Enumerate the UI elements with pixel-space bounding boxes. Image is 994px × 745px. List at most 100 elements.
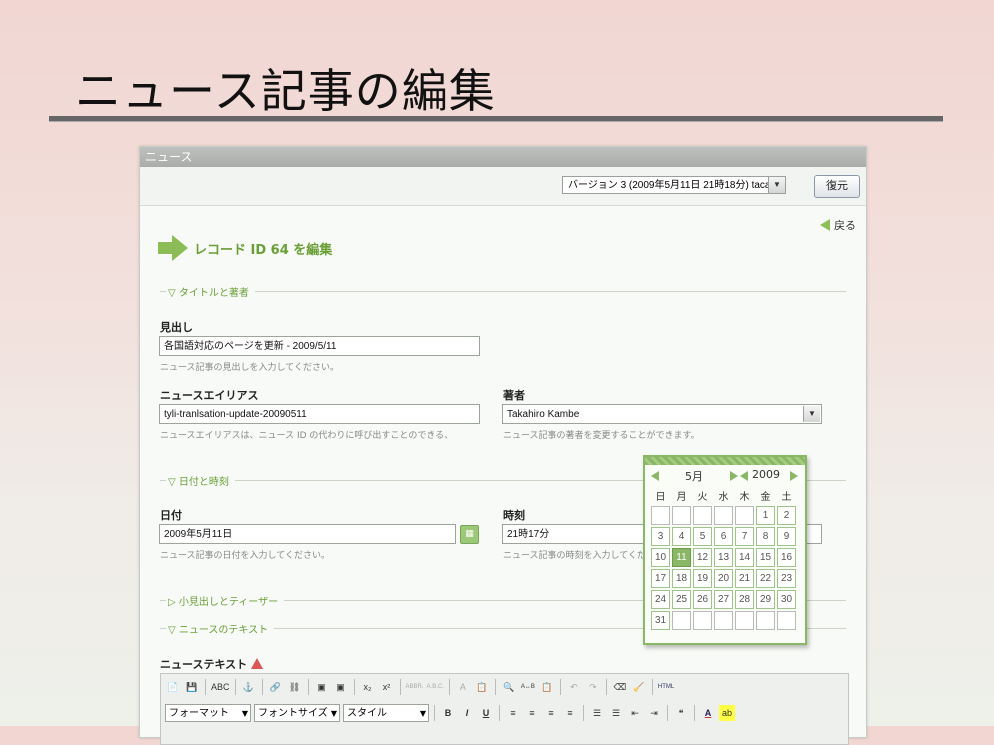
anchor-icon[interactable]: ⚓ bbox=[241, 679, 257, 695]
restore-button[interactable]: 復元 bbox=[814, 175, 860, 198]
spellcheck-icon[interactable]: ABC bbox=[211, 679, 230, 695]
eraser-icon[interactable]: ⌫ bbox=[612, 679, 628, 695]
calendar-weekdays: 日月火水木金土 bbox=[650, 488, 797, 503]
redo-icon[interactable]: ↷ bbox=[585, 679, 601, 695]
link-icon[interactable]: 🔗 bbox=[268, 679, 284, 695]
text-color-icon[interactable]: A bbox=[700, 705, 716, 721]
save-icon[interactable]: 💾 bbox=[184, 679, 200, 695]
prev-year-icon[interactable] bbox=[740, 471, 748, 481]
paste-word-icon[interactable]: 📋 bbox=[539, 679, 555, 695]
font-size-dropdown[interactable]: フォントサイズ ▼ bbox=[254, 704, 340, 722]
news-edit-window: ニュース バージョン 3 (2009年5月11日 21時18分) taca ▼ … bbox=[139, 146, 867, 745]
acronym-icon[interactable]: A.B.C. bbox=[427, 679, 444, 695]
replace-icon[interactable]: A↔B bbox=[520, 679, 536, 695]
bullet-list-icon[interactable]: ☰ bbox=[589, 705, 605, 721]
next-month-icon[interactable] bbox=[730, 471, 738, 481]
chevron-down-icon: ▼ bbox=[768, 177, 785, 193]
next-year-icon[interactable] bbox=[790, 471, 798, 481]
calendar-day[interactable]: 31 bbox=[651, 611, 670, 630]
calendar-day[interactable]: 27 bbox=[714, 590, 733, 609]
headline-input[interactable]: 各国語対応のページを更新 - 2009/5/11 bbox=[159, 336, 480, 356]
calendar-day[interactable]: 24 bbox=[651, 590, 670, 609]
calendar-day[interactable]: 22 bbox=[756, 569, 775, 588]
italic-icon[interactable]: I bbox=[459, 705, 475, 721]
calendar-day[interactable]: 7 bbox=[735, 527, 754, 546]
align-justify-icon[interactable]: ≡ bbox=[562, 705, 578, 721]
calendar-day[interactable]: 28 bbox=[735, 590, 754, 609]
calendar-day[interactable]: 16 bbox=[777, 548, 796, 567]
date-label: 日付 bbox=[160, 509, 182, 522]
align-left-icon[interactable]: ≡ bbox=[505, 705, 521, 721]
version-select[interactable]: バージョン 3 (2009年5月11日 21時18分) taca ▼ bbox=[562, 176, 786, 194]
style-dropdown[interactable]: スタイル ▼ bbox=[343, 704, 429, 722]
abbr-icon[interactable]: ABBR. bbox=[406, 679, 424, 695]
find-icon[interactable]: 🔍 bbox=[501, 679, 517, 695]
blockquote-icon[interactable]: ❝ bbox=[673, 705, 689, 721]
section-subheading-teaser-label: ▷ 小見出しとティーザー bbox=[168, 597, 279, 608]
news-text-label-text: ニューステキスト bbox=[160, 658, 248, 671]
indent-icon[interactable]: ⇥ bbox=[646, 705, 662, 721]
calendar-day[interactable]: 30 bbox=[777, 590, 796, 609]
alias-input[interactable]: tyli-tranlsation-update-20090511 bbox=[159, 404, 480, 424]
subscript-icon[interactable]: x₂ bbox=[360, 679, 376, 695]
calendar-day[interactable]: 25 bbox=[672, 590, 691, 609]
calendar-day[interactable]: 20 bbox=[714, 569, 733, 588]
calendar-day[interactable]: 17 bbox=[651, 569, 670, 588]
paste-text-icon[interactable]: 📋 bbox=[474, 679, 490, 695]
calendar-day[interactable]: 19 bbox=[693, 569, 712, 588]
back-link[interactable]: 戻る bbox=[820, 217, 856, 233]
calendar-day[interactable]: 13 bbox=[714, 548, 733, 567]
align-right-icon[interactable]: ≡ bbox=[543, 705, 559, 721]
superscript-icon[interactable]: x² bbox=[379, 679, 395, 695]
calendar-day[interactable]: 10 bbox=[651, 548, 670, 567]
unlink-icon[interactable]: ⛓ bbox=[287, 679, 303, 695]
undo-icon[interactable]: ↶ bbox=[566, 679, 582, 695]
title-rule bbox=[49, 116, 943, 122]
calendar-day[interactable]: 21 bbox=[735, 569, 754, 588]
calendar-day[interactable]: 3 bbox=[651, 527, 670, 546]
calendar-day[interactable]: 26 bbox=[693, 590, 712, 609]
calendar-day[interactable]: 18 bbox=[672, 569, 691, 588]
calendar-day[interactable]: 6 bbox=[714, 527, 733, 546]
calendar-empty-cell bbox=[714, 611, 733, 630]
font-icon[interactable]: A bbox=[455, 679, 471, 695]
calendar-day[interactable]: 12 bbox=[693, 548, 712, 567]
format-dropdown[interactable]: フォーマット ▼ bbox=[165, 704, 251, 722]
highlight-color-icon[interactable]: ab bbox=[719, 705, 735, 721]
calendar-day[interactable]: 1 bbox=[756, 506, 775, 525]
prev-month-icon[interactable] bbox=[651, 471, 659, 481]
bold-icon[interactable]: B bbox=[440, 705, 456, 721]
news-text-label: ニューステキスト bbox=[160, 656, 264, 672]
headline-hint: ニュース記事の見出しを入力してください。 bbox=[160, 363, 340, 373]
underline-icon[interactable]: U bbox=[478, 705, 494, 721]
cleanup-icon[interactable]: 🧹 bbox=[631, 679, 647, 695]
calendar-day[interactable]: 5 bbox=[693, 527, 712, 546]
calendar-day[interactable]: 15 bbox=[756, 548, 775, 567]
page-heading: レコード ID 64 を編集 bbox=[158, 235, 332, 261]
calendar-day[interactable]: 29 bbox=[756, 590, 775, 609]
calendar-day[interactable]: 9 bbox=[777, 527, 796, 546]
calendar-icon[interactable]: ▦ bbox=[460, 525, 479, 544]
calendar-weekday: 水 bbox=[718, 492, 729, 503]
alias-label: ニュースエイリアス bbox=[160, 389, 259, 402]
calendar-day[interactable]: 2 bbox=[777, 506, 796, 525]
version-select-value: バージョン 3 (2009年5月11日 21時18分) taca bbox=[568, 180, 771, 191]
calendar-day[interactable]: 8 bbox=[756, 527, 775, 546]
calendar-empty-cell bbox=[672, 506, 691, 525]
calendar-header-stripe bbox=[645, 457, 805, 465]
insert-image-icon[interactable]: ▣ bbox=[314, 679, 330, 695]
calendar-day[interactable]: 14 bbox=[735, 548, 754, 567]
section-title-author[interactable]: ▽ タイトルと著者 bbox=[160, 284, 846, 299]
calendar-day[interactable]: 23 bbox=[777, 569, 796, 588]
outdent-icon[interactable]: ⇤ bbox=[627, 705, 643, 721]
numbered-list-icon[interactable]: ☰ bbox=[608, 705, 624, 721]
calendar-day[interactable]: 11 bbox=[672, 548, 691, 567]
insert-media-icon[interactable]: ▣ bbox=[333, 679, 349, 695]
new-document-icon[interactable]: 📄 bbox=[165, 679, 181, 695]
calendar-weekday: 土 bbox=[781, 492, 792, 503]
author-select[interactable]: Takahiro Kambe ▼ bbox=[502, 404, 822, 424]
align-center-icon[interactable]: ≡ bbox=[524, 705, 540, 721]
calendar-day[interactable]: 4 bbox=[672, 527, 691, 546]
date-input[interactable]: 2009年5月11日 bbox=[159, 524, 456, 544]
html-source-icon[interactable]: HTML bbox=[658, 679, 674, 695]
